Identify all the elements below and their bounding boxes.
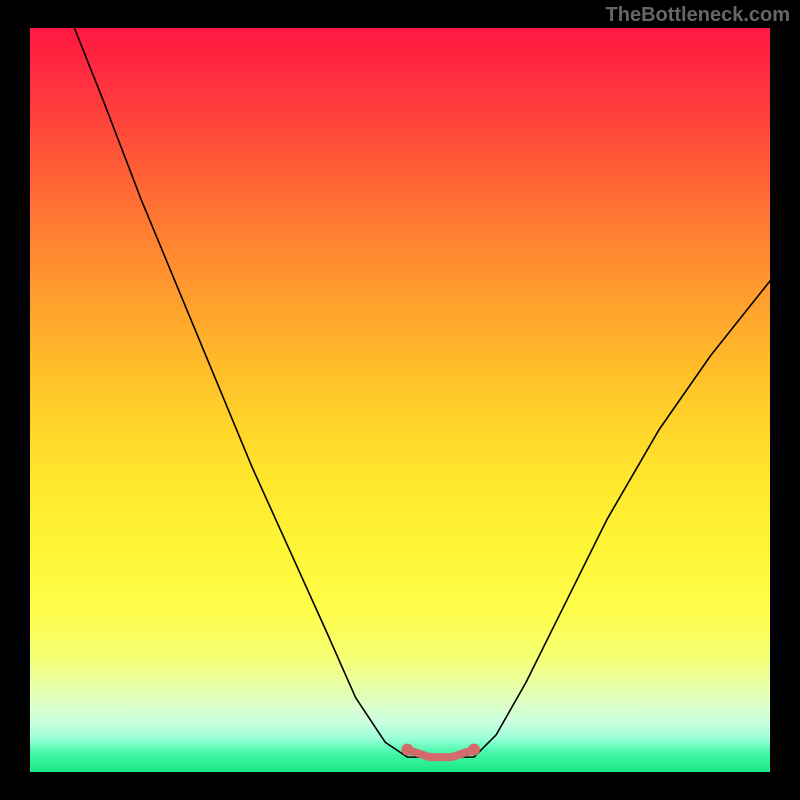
bottleneck-curve [74,28,770,757]
curve-svg [30,28,770,772]
chart-plot-area [30,28,770,772]
accent-endpoint-left [401,744,413,756]
watermark-text: TheBottleneck.com [606,4,790,27]
accent-endpoint-right [468,744,480,756]
optimal-range-accent [407,750,474,757]
